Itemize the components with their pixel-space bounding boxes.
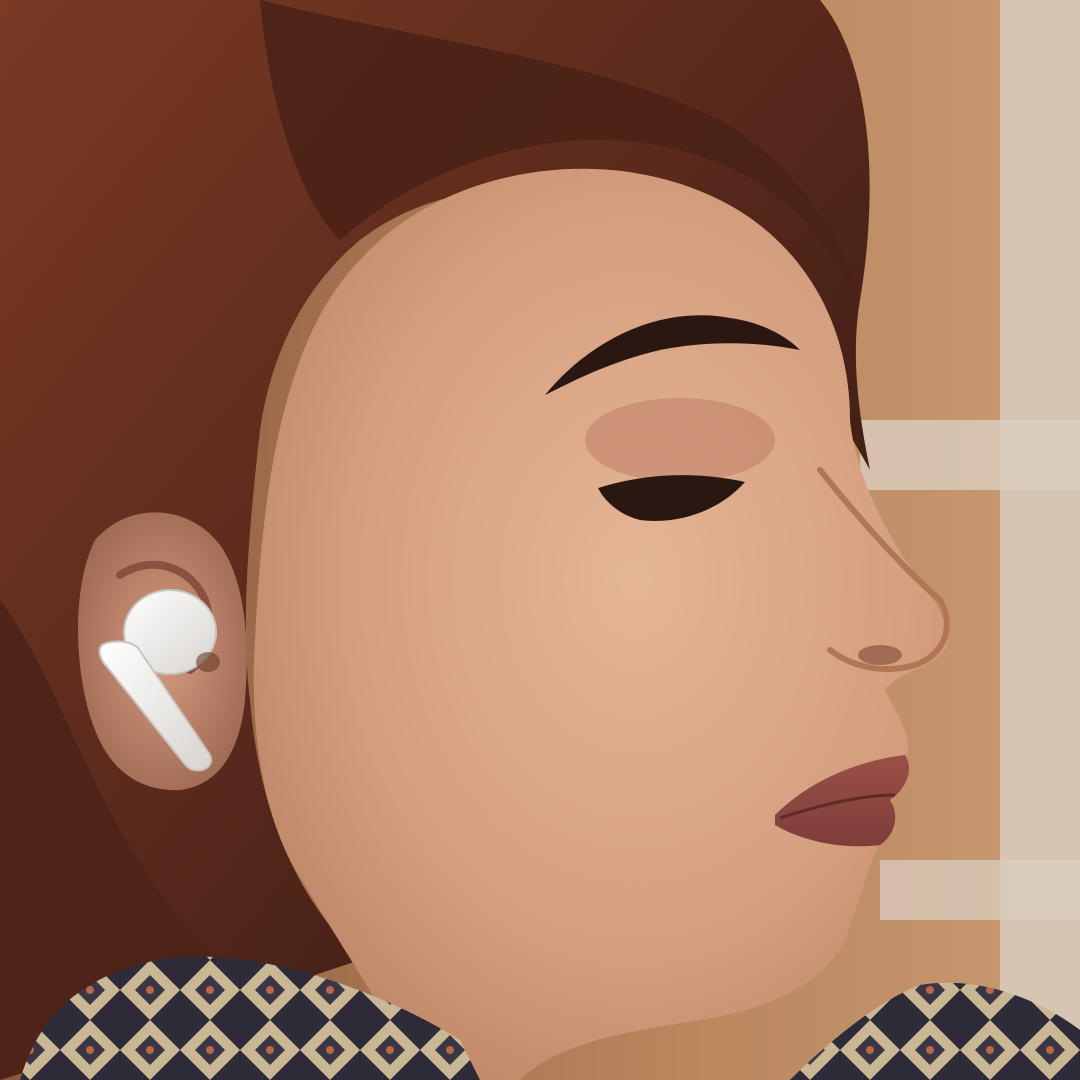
background-window-bar-lower bbox=[880, 860, 1080, 920]
photo-illustration bbox=[0, 0, 1080, 1080]
background-window-bar bbox=[860, 420, 1080, 490]
nostril bbox=[858, 645, 902, 665]
eyeshadow bbox=[585, 398, 775, 482]
earbud-tip bbox=[196, 652, 220, 672]
photo bbox=[0, 0, 1080, 1080]
